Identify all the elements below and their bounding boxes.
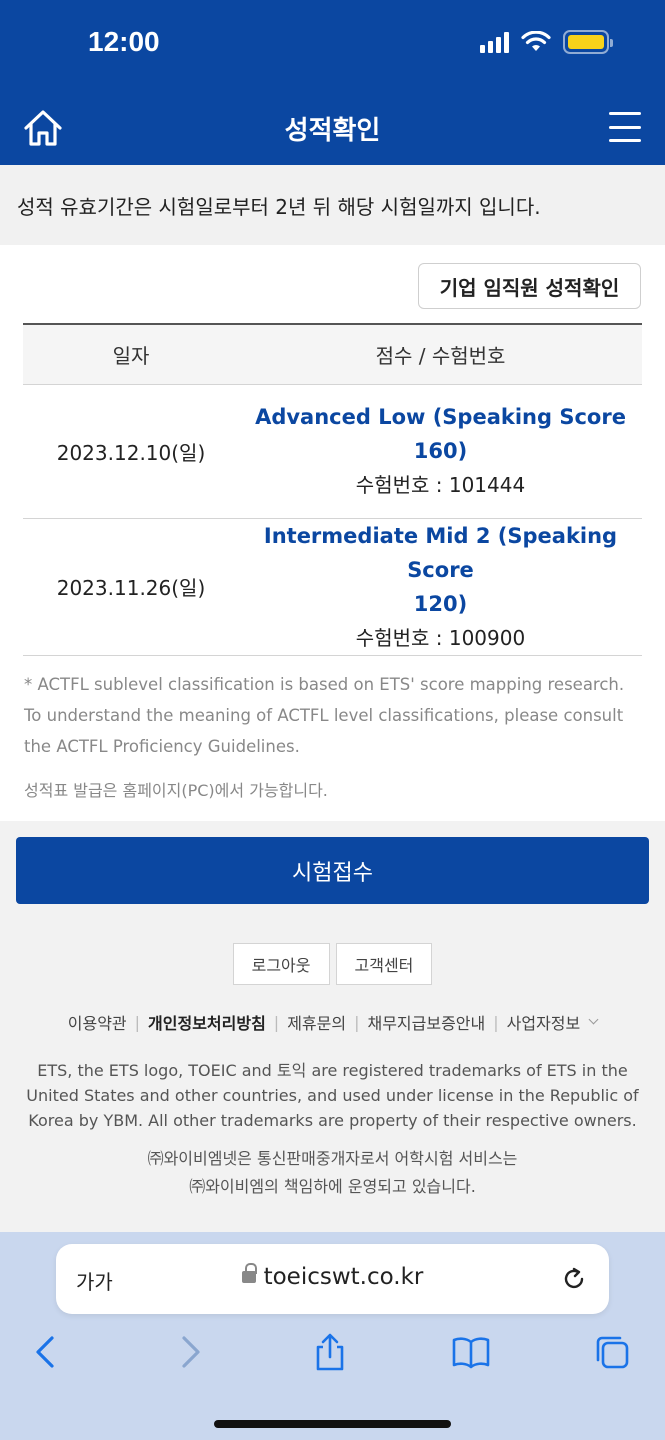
level-line-2: 160) xyxy=(413,439,468,463)
divider: | xyxy=(493,1012,499,1032)
row-date: 2023.11.26(일) xyxy=(23,518,239,656)
home-indicator xyxy=(214,1420,451,1428)
trademark-line: United States and other countries, and u… xyxy=(26,1086,639,1105)
table-row: 2023.11.26(일) Intermediate Mid 2 (Speaki… xyxy=(23,518,642,656)
exam-apply-button[interactable]: 시험접수 xyxy=(16,837,649,904)
corporate-score-button[interactable]: 기업 임직원 성적확인 xyxy=(418,263,641,309)
footnote-line: the ACTFL Proficiency Guidelines. xyxy=(24,737,300,756)
score-section: 기업 임직원 성적확인 일자 점수 / 수험번호 2023.12.10(일) A… xyxy=(0,245,665,821)
level-line-1: Advanced Low (Speaking Score xyxy=(255,405,626,429)
table-row: 2023.12.10(일) Advanced Low (Speaking Sco… xyxy=(23,384,642,519)
validity-notice: 성적 유효기간은 시험일로부터 2년 뒤 해당 시험일까지 입니다. xyxy=(0,165,665,245)
logout-button[interactable]: 로그아웃 xyxy=(232,943,330,985)
browser-chrome: 가가 toeicswt.co.kr xyxy=(0,1232,665,1440)
divider: | xyxy=(354,1012,360,1032)
browser-toolbar xyxy=(0,1328,665,1384)
bookmarks-icon[interactable] xyxy=(451,1332,491,1372)
lock-icon xyxy=(241,1263,257,1285)
header-date: 일자 xyxy=(23,323,239,385)
url-text: toeicswt.co.kr xyxy=(263,1264,424,1290)
status-time: 12:00 xyxy=(88,26,160,57)
row-date: 2023.12.10(일) xyxy=(23,384,239,519)
battery-icon xyxy=(563,30,613,54)
print-note: 성적표 발급은 홈페이지(PC)에서 가능합니다. xyxy=(24,781,328,800)
exam-number: 수험번호 : 101444 xyxy=(355,473,526,497)
reload-icon[interactable] xyxy=(561,1266,587,1292)
ybm-line: ㈜와이비엠넷은 통신판매중개자로서 어학시험 서비스는 xyxy=(147,1149,518,1168)
terms-link[interactable]: 이용약관 xyxy=(68,1010,127,1034)
share-icon[interactable] xyxy=(310,1332,350,1372)
status-icons xyxy=(480,30,613,54)
exam-number: 수험번호 : 100900 xyxy=(355,625,526,650)
forward-icon[interactable] xyxy=(170,1332,210,1372)
business-info-link[interactable]: 사업자정보 xyxy=(507,1010,581,1034)
header-score: 점수 / 수험번호 xyxy=(239,323,642,385)
row-score-cell: Intermediate Mid 2 (Speaking Score 120) … xyxy=(239,518,642,656)
score-table: 일자 점수 / 수험번호 2023.12.10(일) Advanced Low … xyxy=(23,323,642,656)
payment-guarantee-link[interactable]: 채무지급보증안내 xyxy=(367,1010,485,1034)
table-header-row: 일자 점수 / 수험번호 xyxy=(23,323,642,385)
divider: | xyxy=(134,1012,141,1032)
page-title: 성적확인 xyxy=(284,116,381,146)
footnote-line: * ACTFL sublevel classification is based… xyxy=(24,675,625,694)
level-line-1: Intermediate Mid 2 (Speaking Score xyxy=(263,523,618,582)
trademark-line: Korea by YBM. All other trademarks are p… xyxy=(28,1111,637,1130)
hamburger-menu-icon[interactable] xyxy=(609,112,641,142)
partnership-link[interactable]: 제휴문의 xyxy=(287,1010,346,1034)
chevron-down-icon[interactable] xyxy=(588,1014,599,1024)
footer-buttons: 로그아웃 고객센터 xyxy=(0,943,665,985)
actfl-footnote: * ACTFL sublevel classification is based… xyxy=(24,669,649,762)
divider: | xyxy=(273,1012,280,1032)
row-score-cell: Advanced Low (Speaking Score 160) 수험번호 :… xyxy=(239,384,642,519)
footnote-line: To understand the meaning of ACTFL level… xyxy=(24,706,624,725)
tabs-icon[interactable] xyxy=(592,1332,632,1372)
trademark-notice: ETS, the ETS logo, TOEIC and 토익 are regi… xyxy=(20,1058,645,1133)
url-field[interactable]: toeicswt.co.kr xyxy=(56,1263,609,1290)
address-bar[interactable]: 가가 toeicswt.co.kr xyxy=(56,1244,609,1314)
trademark-line: ETS, the ETS logo, TOEIC and 토익 are regi… xyxy=(37,1061,628,1080)
wifi-icon xyxy=(521,31,551,51)
top-bar: 12:00 성적확인 xyxy=(0,0,665,165)
customer-center-button[interactable]: 고객센터 xyxy=(335,943,433,985)
footer-links: 이용약관 | 개인정보처리방침 | 제휴문의 | 채무지급보증안내 | 사업자정… xyxy=(0,1010,665,1034)
cellular-signal-icon xyxy=(480,31,509,53)
back-icon[interactable] xyxy=(26,1332,66,1372)
level-line-2: 120) xyxy=(413,591,468,616)
ybm-notice: ㈜와이비엠넷은 통신판매중개자로서 어학시험 서비스는 ㈜와이비엠의 책임하에 … xyxy=(0,1145,665,1201)
privacy-policy-link[interactable]: 개인정보처리방침 xyxy=(148,1010,266,1034)
ybm-line: ㈜와이비엠의 책임하에 운영되고 있습니다. xyxy=(189,1177,476,1196)
